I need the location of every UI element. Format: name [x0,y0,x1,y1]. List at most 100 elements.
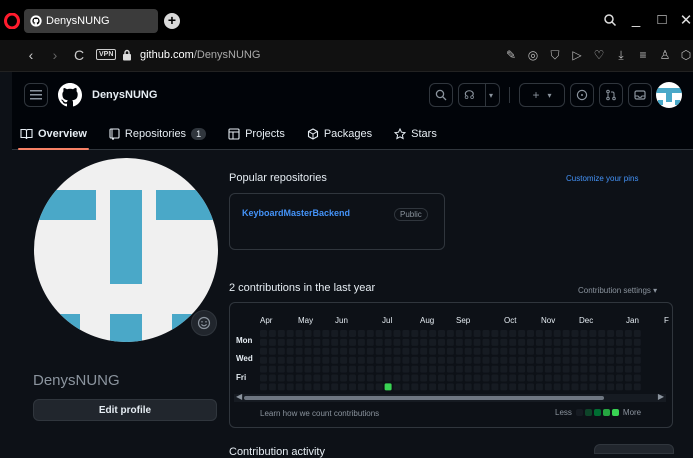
contribution-cell[interactable] [295,338,303,346]
contribution-cell[interactable] [429,347,437,355]
contribution-cell[interactable] [571,365,579,373]
contribution-cell[interactable] [598,356,606,364]
new-tab-button[interactable]: + [164,13,180,29]
contribution-cell[interactable] [553,365,561,373]
contribution-cell[interactable] [260,338,267,346]
contribution-cell[interactable] [268,338,276,346]
contribution-cell[interactable] [429,356,437,364]
contribution-cell[interactable] [260,383,267,391]
contribution-cell[interactable] [518,383,526,391]
contribution-cell[interactable] [580,374,588,382]
cube-icon[interactable]: ⬡ [678,48,693,64]
contribution-cell[interactable] [322,347,330,355]
contribution-cell[interactable] [491,347,499,355]
contribution-cell[interactable] [482,330,490,337]
contribution-cell[interactable] [286,347,294,355]
contribution-cell[interactable] [544,365,552,373]
contribution-cell[interactable] [260,356,267,364]
contribution-cell[interactable] [544,383,552,391]
contribution-cell[interactable] [438,365,445,373]
contribution-cell[interactable] [375,383,383,391]
contribution-cell[interactable] [420,347,428,355]
contribution-cell[interactable] [544,374,552,382]
contribution-cell[interactable] [411,330,419,337]
contribution-cell[interactable] [455,356,463,364]
contribution-cell[interactable] [580,330,588,337]
contribution-cell[interactable] [331,347,339,355]
contribution-cell[interactable] [366,356,374,364]
contribution-cell[interactable] [322,330,330,337]
contribution-cell[interactable] [464,383,472,391]
contribution-cell[interactable] [313,347,321,355]
contribution-cell[interactable] [616,338,623,346]
contribution-cell[interactable] [580,383,588,391]
contribution-cell[interactable] [518,338,526,346]
contribution-cell[interactable] [322,365,330,373]
contribution-cell[interactable] [473,338,481,346]
contribution-cell[interactable] [429,330,437,337]
contribution-cell[interactable] [402,347,410,355]
contribution-cell[interactable] [366,383,374,391]
contribution-cell[interactable] [411,356,419,364]
contribution-cell[interactable] [277,374,285,382]
contribution-cell[interactable] [491,383,499,391]
contribution-cell[interactable] [553,330,561,337]
contribution-cell[interactable] [509,347,517,355]
contribution-cell[interactable] [260,330,267,337]
tab-projects[interactable]: Projects [220,118,293,150]
contribution-cell[interactable] [286,330,294,337]
contribution-cell[interactable] [446,374,454,382]
contribution-cell[interactable] [277,356,285,364]
contribution-cell[interactable] [411,347,419,355]
contribution-cell[interactable] [527,383,534,391]
profile-avatar[interactable] [34,158,218,342]
contribution-cell[interactable] [598,347,606,355]
contribution-cell[interactable] [607,347,615,355]
contribution-cell[interactable] [366,330,374,337]
contribution-cell[interactable] [473,330,481,337]
contribution-cell[interactable] [384,365,392,373]
contribution-cell[interactable] [375,347,383,355]
contribution-cell[interactable] [624,338,632,346]
contribution-cell[interactable] [322,383,330,391]
contribution-cell[interactable] [616,365,623,373]
contribution-cell[interactable] [438,383,445,391]
contribution-cell[interactable] [295,374,303,382]
contribution-cell[interactable] [438,374,445,382]
contribution-cell[interactable] [624,330,632,337]
contribution-cell[interactable] [375,330,383,337]
contribution-cell[interactable] [500,374,508,382]
contribution-cell[interactable] [455,365,463,373]
contribution-cell[interactable] [313,365,321,373]
contribution-cell[interactable] [624,365,632,373]
contribution-cell[interactable] [464,338,472,346]
contribution-cell[interactable] [518,365,526,373]
contribution-cell[interactable] [366,374,374,382]
contribution-cell[interactable] [633,365,641,373]
contribution-cell[interactable] [375,356,383,364]
contribution-cell[interactable] [624,374,632,382]
tab-overview[interactable]: Overview [12,118,95,150]
contribution-cell[interactable] [304,330,312,337]
contribution-cell[interactable] [464,374,472,382]
contribution-cell[interactable] [277,383,285,391]
contribution-cell[interactable] [535,383,543,391]
contribution-cell[interactable] [616,347,623,355]
contribution-cell[interactable] [384,338,392,346]
calendar-scrollbar[interactable]: ◀ ▶ [234,392,666,402]
user-avatar[interactable] [656,82,682,108]
contribution-cell[interactable] [607,365,615,373]
contribution-cell[interactable] [553,338,561,346]
search-button[interactable] [429,83,453,107]
contribution-cell[interactable] [277,347,285,355]
contribution-cell[interactable] [598,330,606,337]
edit-icon[interactable]: ✎ [503,48,519,64]
contribution-cell[interactable] [527,365,534,373]
contribution-cell[interactable] [473,383,481,391]
contribution-cell[interactable] [509,383,517,391]
contribution-cell[interactable] [304,347,312,355]
contribution-cell[interactable] [616,374,623,382]
contribution-cell[interactable] [402,338,410,346]
contribution-cell[interactable] [580,356,588,364]
contribution-cell[interactable] [340,374,348,382]
